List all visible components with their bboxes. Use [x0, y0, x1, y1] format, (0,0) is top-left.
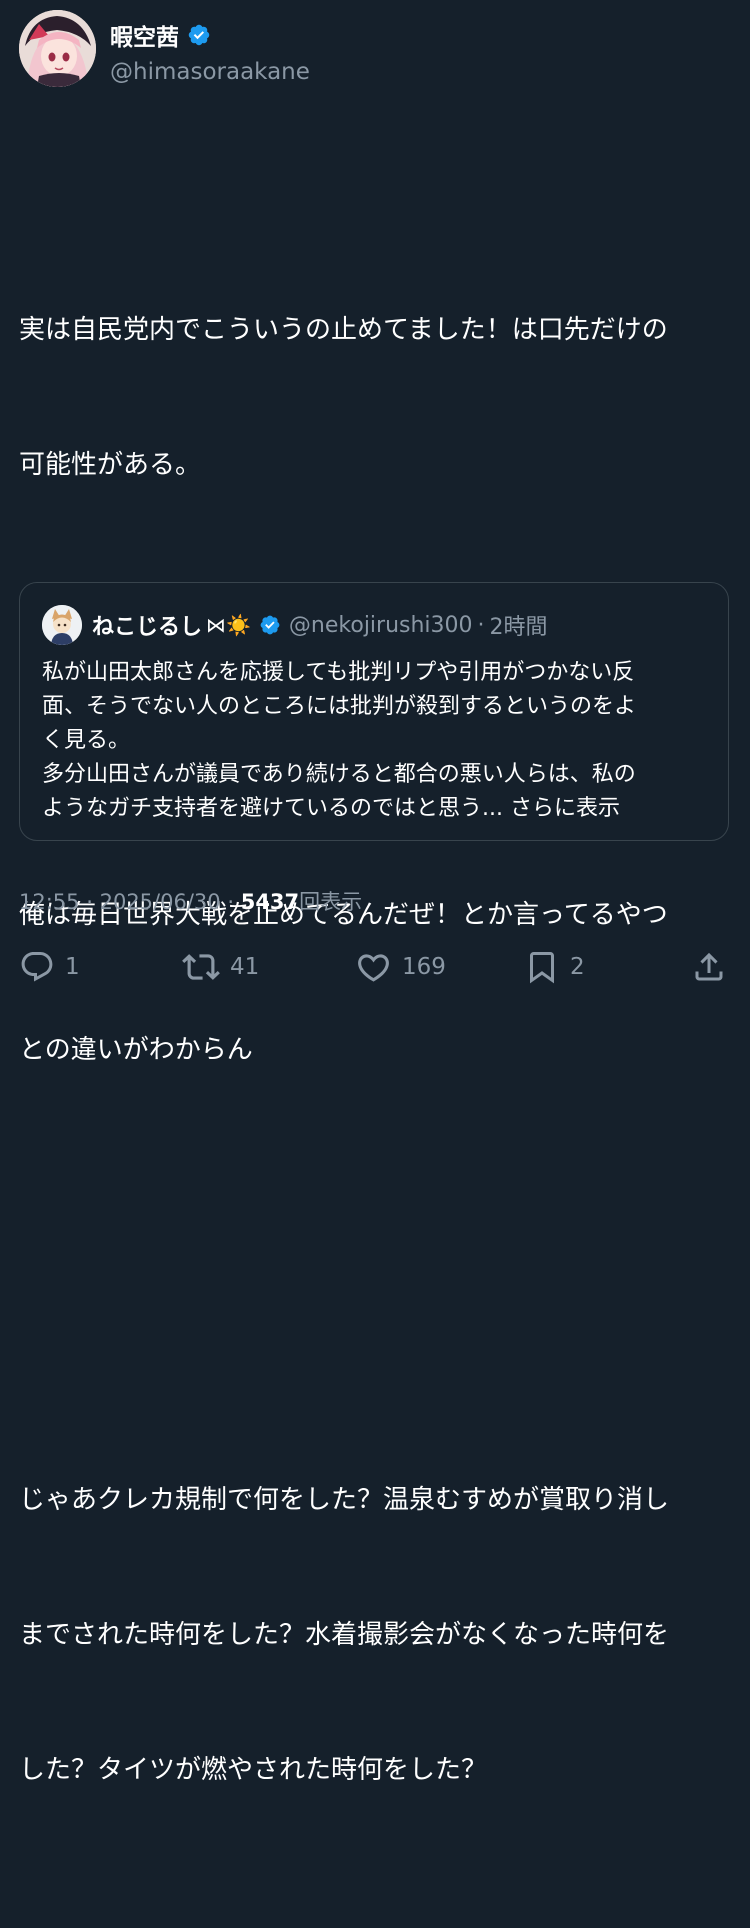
quoted-tweet-card[interactable]: ねこじるし ⋈☀️ @nekojirushi300 · 2時間 私が山田太郎さん… [19, 582, 729, 841]
separator-dot: · [477, 612, 485, 638]
separator-dot: · [227, 890, 235, 914]
tweet-meta: 12:55 · 2025/06/30 · 5437回表示 [19, 886, 362, 916]
bookmark-button[interactable]: 2 [524, 945, 585, 989]
retweet-icon [182, 948, 220, 986]
quoted-tweet-line: 多分山田さんが議員であり続けると都合の悪い人らは、私の [42, 762, 636, 787]
reply-icon [19, 949, 55, 985]
tweet-line: じゃあクレカ規制で何をした？温泉むすめが賞取り消し [19, 1485, 670, 1515]
quoted-tweet-last-line: ようなガチ支持者を避けているのではと思う... [42, 796, 503, 821]
bookmark-count: 2 [570, 954, 585, 980]
quoted-author-emoji: ⋈☀️ [206, 613, 251, 637]
views-label: 回表示 [299, 890, 363, 914]
tweet-paragraph: 実は自民党内でこういうの止めてました！は口先だけの 可能性がある。 [19, 218, 731, 578]
tweet-time[interactable]: 12:55 [19, 890, 80, 914]
like-button[interactable]: 169 [355, 945, 446, 989]
tweet-date[interactable]: 2025/06/30 [100, 890, 221, 914]
tweet-header: 暇空茜 @himasoraakane [19, 10, 731, 90]
heart-icon [355, 949, 392, 986]
author-avatar[interactable] [19, 10, 96, 87]
reply-count: 1 [65, 954, 80, 980]
quoted-tweet-line: 私が山田太郎さんを応援しても批判リプや引用がつかない反 [42, 660, 635, 685]
avatar-cat-girl-icon [42, 605, 82, 645]
tweet-line: 実は自民党内でこういうの止めてました！は口先だけの [19, 315, 668, 345]
like-count: 169 [402, 954, 446, 980]
quoted-author-avatar [42, 605, 82, 645]
quoted-tweet-time: 2時間 [489, 615, 548, 640]
author-handle[interactable]: @himasoraakane [110, 59, 310, 85]
tweet-text: 実は自民党内でこういうの止めてました！は口先だけの 可能性がある。 俺は毎日世界… [19, 128, 731, 1928]
tweet-paragraph: じゃあクレカ規制で何をした？温泉むすめが賞取り消し までされた時何をした？水着撮… [19, 1388, 731, 1883]
show-more-link[interactable]: さらに表示 [510, 796, 620, 821]
quoted-author-display-name: ねこじるし [92, 615, 203, 640]
verified-badge-icon [259, 614, 281, 636]
author-display-name[interactable]: 暇空茜 [110, 18, 179, 52]
reply-button[interactable]: 1 [19, 945, 80, 989]
separator-dot: · [86, 890, 93, 914]
retweet-button[interactable]: 41 [182, 945, 259, 989]
action-bar: 1 41 169 2 [19, 945, 731, 989]
avatar-anime-girl-icon [19, 10, 96, 87]
quoted-tweet-line: ようなガチ支持者を避けているのではと思う... さらに表示 [42, 792, 710, 826]
share-button[interactable] [691, 945, 727, 989]
quoted-tweet-line: 面、そうでない人のところには批判が殺到するというのをよ [42, 694, 637, 719]
tweet-line: までされた時何をした？水着撮影会がなくなった時何を [19, 1620, 670, 1650]
tweet-line: との違いがわからん [19, 1035, 253, 1065]
quoted-author-handle: @nekojirushi300 [288, 612, 473, 638]
bookmark-icon [524, 949, 560, 985]
share-icon [691, 949, 727, 985]
quoted-tweet-header: ねこじるし ⋈☀️ @nekojirushi300 · 2時間 [42, 605, 548, 645]
retweet-count: 41 [230, 954, 260, 980]
views-count: 5437 [240, 890, 300, 914]
quoted-tweet-line: く見る。 [42, 728, 131, 753]
tweet-line: 可能性がある。 [19, 450, 202, 480]
tweet-line: した？タイツが燃やされた時何をした？ [19, 1755, 488, 1785]
quoted-tweet-text: 私が山田太郎さんを応援しても批判リプや引用がつかない反 面、そうでない人のところ… [42, 656, 710, 826]
verified-badge-icon [187, 23, 211, 47]
author-name-row: 暇空茜 [110, 18, 211, 52]
